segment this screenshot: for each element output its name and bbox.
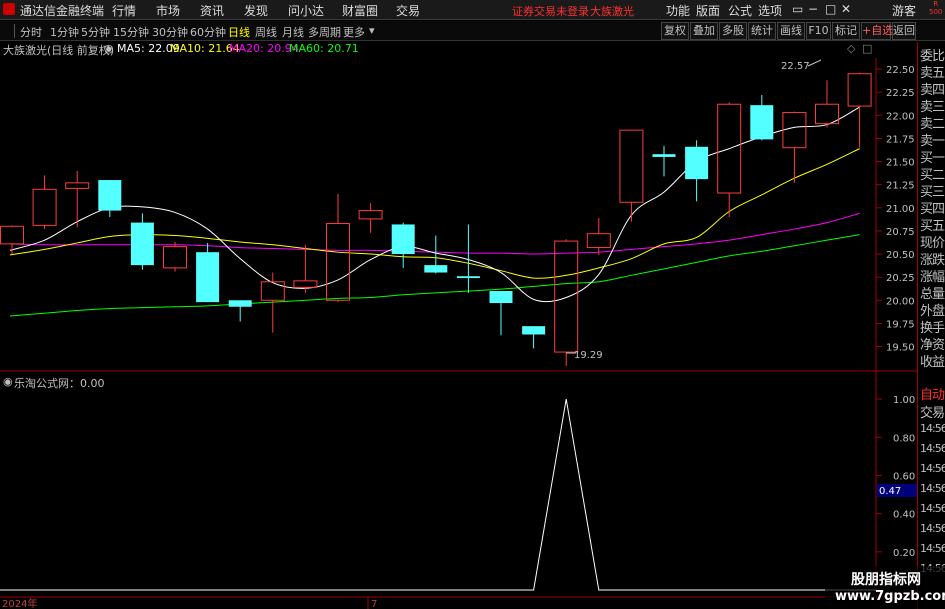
price-tick-label: 22.25	[886, 88, 915, 99]
candle[interactable]	[98, 180, 122, 218]
watermark-title: 股朋指标网	[851, 572, 921, 588]
indicator-line	[0, 399, 876, 591]
panel-label: 收益	[920, 355, 945, 370]
candle[interactable]	[65, 170, 90, 228]
candle-body-up	[847, 73, 872, 107]
auto-label[interactable]: 自动	[920, 384, 945, 403]
trade-time: 14:56	[920, 422, 945, 435]
quote-side-panel: 委比 卖五 卖四 卖三 卖二 卖一 买一 买二 买三 买四 买五 现价 涨跌 涨幅 总量 外盘 换手 净资 收益 自…	[917, 42, 945, 609]
candle[interactable]	[196, 242, 220, 303]
high-annotation: 22.57	[781, 61, 810, 72]
candle-body-down	[489, 291, 513, 304]
candle-body-down	[196, 252, 220, 303]
candle[interactable]	[652, 145, 676, 177]
trade-time: 14:56	[920, 442, 945, 455]
high-marker-line	[807, 59, 822, 67]
candle-body-up	[782, 112, 807, 149]
candle[interactable]	[815, 80, 839, 128]
watermark-url: www.7gpzb.com	[835, 589, 945, 604]
candle-body-up	[619, 129, 644, 203]
indicator-tick-label: 0.60	[893, 471, 915, 482]
candle[interactable]	[391, 222, 415, 268]
trade-time: 14:56	[920, 522, 945, 535]
candle-body-up	[65, 182, 90, 189]
candle[interactable]	[0, 225, 24, 255]
indicator-tick-label: 0.20	[893, 548, 915, 559]
price-tick-label: 21.00	[886, 204, 915, 215]
cursor-value: 0.47	[879, 486, 901, 497]
candle-body-down	[685, 146, 709, 180]
candle[interactable]	[489, 291, 513, 336]
candle-body-up	[326, 223, 350, 301]
trade-label[interactable]: 交易	[920, 402, 945, 421]
candle-body-up	[32, 188, 57, 226]
price-tick-label: 20.75	[886, 227, 915, 238]
candle-body-down	[652, 154, 676, 157]
date-label-year: 2024年	[2, 597, 37, 609]
candle-body-up	[260, 281, 285, 301]
watermark: 股朋指标网 www.7gpzb.com	[825, 566, 945, 609]
price-tick-label: 19.50	[886, 343, 915, 354]
trade-time: 14:56	[920, 502, 945, 515]
candle-body-down	[750, 105, 774, 140]
candle[interactable]	[685, 140, 709, 202]
low-annotation: 19.29	[574, 350, 603, 361]
price-tick-label: 21.50	[886, 158, 915, 169]
candle-body-down	[456, 276, 480, 279]
trade-time: 14:56	[920, 462, 945, 475]
r500-badge: R 500	[929, 0, 943, 16]
price-tick-label: 20.00	[886, 296, 915, 307]
price-tick-label: 22.50	[886, 65, 915, 76]
date-label-july: 7	[371, 599, 377, 609]
candle-body-down	[391, 224, 415, 255]
candle-body-down	[424, 265, 448, 273]
candle[interactable]	[750, 94, 774, 141]
candle-body-down	[228, 300, 252, 307]
price-tick-label: 21.75	[886, 134, 915, 145]
candle[interactable]	[358, 203, 383, 233]
price-tick-label: 19.75	[886, 319, 915, 330]
candle-body-up	[293, 280, 318, 288]
indicator-tick-label: 1.00	[893, 395, 915, 406]
candle[interactable]	[717, 102, 742, 218]
price-tick-label: 20.25	[886, 273, 915, 284]
indicator-tick-label: 0.40	[893, 510, 915, 521]
candle[interactable]	[163, 242, 187, 272]
candle-body-down	[522, 326, 546, 335]
candle-body-up	[586, 233, 611, 249]
candle[interactable]	[554, 239, 579, 366]
candle[interactable]	[456, 224, 480, 293]
candle[interactable]	[32, 175, 57, 230]
candle[interactable]	[847, 72, 872, 148]
trade-time: 14:56	[920, 542, 945, 555]
candle[interactable]	[293, 244, 318, 293]
price-tick-label: 22.00	[886, 111, 915, 122]
indicator-tick-label: 0.80	[893, 433, 915, 444]
candle-body-up	[554, 240, 579, 353]
candle-body-up	[0, 225, 24, 245]
kline-chart[interactable]: 22.50 22.25 22.00 21.75 21.50 21.25 21.00 20.75…	[0, 0, 917, 609]
candle[interactable]	[228, 300, 252, 322]
candle-body-down	[130, 222, 154, 266]
candle[interactable]	[782, 111, 807, 183]
candle[interactable]	[586, 217, 611, 255]
candle[interactable]	[326, 193, 350, 303]
price-tick-label: 21.25	[886, 181, 915, 192]
candle-body-up	[163, 246, 187, 269]
candle[interactable]	[522, 326, 546, 349]
candle-body-down	[98, 180, 122, 211]
candle[interactable]	[130, 213, 154, 270]
price-tick-label: 20.50	[886, 250, 915, 261]
trade-time: 14:56	[920, 482, 945, 495]
candle-body-up	[358, 210, 383, 220]
